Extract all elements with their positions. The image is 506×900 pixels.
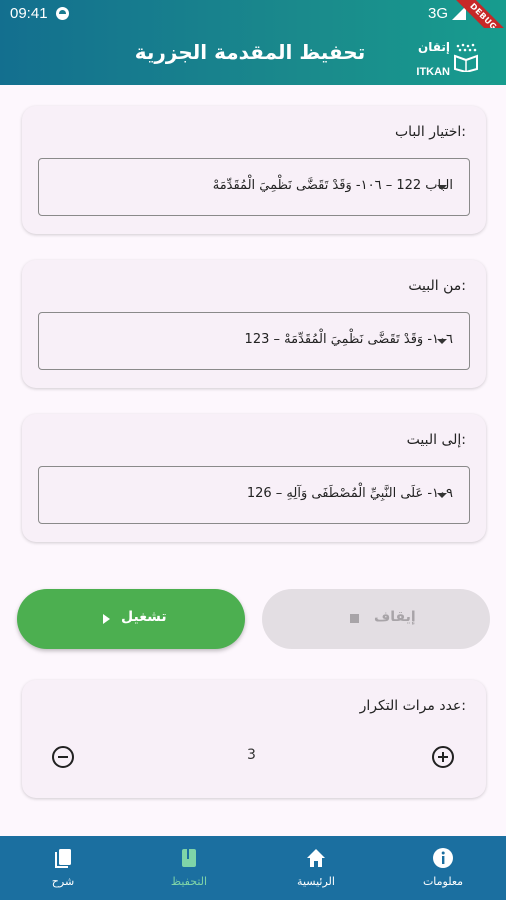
chapter-card: :اختيار الباب الباب 122 – ١٠٦- وَقَدْ تَ…: [22, 106, 486, 234]
to-verse-label: :إلى البيت: [406, 432, 466, 448]
nav-item-info[interactable]: معلومات: [380, 836, 506, 900]
from-verse-dropdown[interactable]: ١٠٦- وَقَدْ تَقَضَّى نَظْمِيَ الْمُقَدِّ…: [38, 312, 470, 370]
increment-icon[interactable]: [432, 746, 454, 768]
logo-english: ITKAN: [416, 66, 450, 78]
page-title: تحفيظ المقدمة الجزرية: [134, 40, 366, 64]
chapter-label: :اختيار الباب: [394, 124, 466, 140]
chevron-down-icon: [437, 339, 447, 344]
repeat-label: :عدد مرات التكرار: [359, 698, 466, 714]
chevron-down-icon: [437, 185, 447, 190]
to-verse-card: :إلى البيت ١٠٩- عَلَى النَّبِيِّ الْمُصْ…: [22, 414, 486, 542]
to-verse-dropdown[interactable]: ١٠٩- عَلَى النَّبِيِّ الْمُصْطَفَى وَآلِ…: [38, 466, 470, 524]
books-icon: [55, 849, 71, 868]
play-button[interactable]: تشغيل: [17, 589, 245, 649]
stop-button-label: إيقاف: [374, 609, 416, 625]
nav-label-home: الرئيسية: [297, 875, 335, 888]
nav-label-explanation: شرح: [51, 875, 75, 888]
app-bar: تحفيظ المقدمة الجزرية إتقان ITKAN: [0, 28, 506, 85]
nav-item-memorization[interactable]: التحفيظ: [126, 836, 252, 900]
to-verse-selected-value: ١٠٩- عَلَى النَّبِيِّ الْمُصْطَفَى وَآلِ…: [246, 486, 453, 501]
stop-button[interactable]: إيقاف: [262, 589, 490, 649]
logo-book-icon: [454, 43, 478, 72]
nav-item-home[interactable]: الرئيسية: [253, 836, 379, 900]
chapter-selected-value: الباب 122 – ١٠٦- وَقَدْ تَقَضَّى نَظْمِي…: [212, 178, 453, 193]
play-button-label: تشغيل: [121, 609, 167, 625]
status-bar: 09:41 3G DEBUG: [0, 0, 506, 54]
app-logo: إتقان ITKAN: [416, 34, 480, 80]
from-verse-card: :من البيت ١٠٦- وَقَدْ تَقَضَّى نَظْمِيَ …: [22, 260, 486, 388]
from-verse-label: :من البيت: [408, 278, 466, 294]
nav-label-info: معلومات: [422, 875, 464, 888]
home-icon: [307, 849, 325, 867]
repeat-count: 3: [247, 747, 256, 763]
repeat-card: :عدد مرات التكرار 3: [22, 680, 486, 798]
info-icon: [433, 848, 453, 868]
chevron-down-icon: [437, 493, 447, 498]
decrement-icon[interactable]: [52, 746, 74, 768]
nav-label-memorization: التحفيظ: [170, 875, 208, 888]
stop-icon: [350, 614, 359, 623]
nav-item-explanation[interactable]: شرح: [0, 836, 126, 900]
bottom-navigation: شرح التحفيظ الرئيسية معلومات: [0, 836, 506, 900]
play-icon: [103, 614, 110, 624]
chapter-dropdown[interactable]: الباب 122 – ١٠٦- وَقَدْ تَقَضَّى نَظْمِي…: [38, 158, 470, 216]
book-icon: [182, 849, 196, 867]
status-time: 09:41: [10, 5, 48, 22]
from-verse-selected-value: ١٠٦- وَقَدْ تَقَضَّى نَظْمِيَ الْمُقَدِّ…: [244, 332, 453, 347]
logo-arabic: إتقان: [417, 40, 450, 54]
notification-icon: [56, 7, 69, 20]
network-type: 3G: [427, 5, 448, 22]
